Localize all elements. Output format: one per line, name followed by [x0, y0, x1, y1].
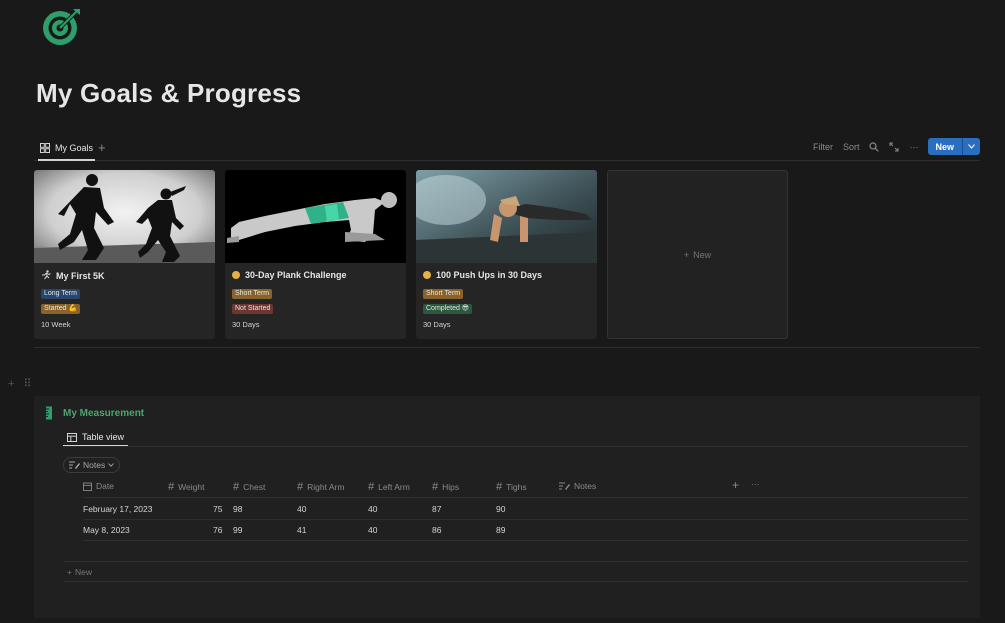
goal-card[interactable]: 100 Push Ups in 30 Days Short Term Compl… [416, 170, 597, 339]
filter-button[interactable]: Filter [813, 142, 833, 152]
tab-label: My Goals [55, 143, 94, 153]
more-options-icon[interactable]: ··· [909, 142, 918, 152]
database-toolbar: Filter Sort ··· New [813, 138, 980, 155]
circle-icon [232, 271, 240, 279]
status-tag: Started 💪 [41, 304, 81, 314]
ruler-icon [46, 406, 52, 420]
view-tab-bar: My Goals + Filter Sort ··· New [34, 137, 980, 161]
search-icon[interactable] [869, 141, 880, 152]
circle-icon [423, 271, 431, 279]
goal-title: 100 Push Ups in 30 Days [423, 270, 542, 280]
cell-thighs[interactable]: 90 [496, 504, 505, 514]
expand-icon[interactable] [889, 142, 899, 152]
number-property-icon: # [233, 481, 240, 493]
number-property-icon: # [432, 481, 439, 493]
column-header-notes[interactable]: Notes [559, 481, 596, 491]
cell-chest[interactable]: 99 [233, 525, 242, 535]
table-row[interactable]: February 17, 2023 75 98 40 40 87 90 [83, 498, 968, 520]
cell-chest[interactable]: 98 [233, 504, 242, 514]
cell-right-arm[interactable]: 40 [297, 504, 306, 514]
target-goal-icon [43, 9, 80, 45]
status-tag: Completed 😎 [423, 304, 473, 314]
pushup-photo-image [416, 170, 597, 263]
plus-icon: + [683, 249, 690, 260]
add-column-icon[interactable]: + [732, 478, 739, 492]
column-header-tighs[interactable]: # Tighs [496, 481, 527, 493]
measurement-database: My Measurement Table view Notes Date # We… [34, 396, 980, 618]
number-property-icon: # [297, 481, 304, 493]
page-title: My Goals & Progress [36, 78, 302, 108]
goal-title: 30-Day Plank Challenge [232, 270, 347, 280]
cell-date[interactable]: May 8, 2023 [83, 525, 130, 535]
add-view-icon[interactable]: + [98, 140, 106, 155]
more-options-icon[interactable]: ··· [751, 479, 760, 489]
goal-title: My First 5K [41, 270, 105, 282]
cell-left-arm[interactable]: 40 [368, 525, 377, 535]
term-tag: Short Term [232, 289, 273, 299]
column-header-right-arm[interactable]: # Right Arm [297, 481, 344, 493]
goal-duration: 30 Days [423, 320, 451, 329]
cell-weight[interactable]: 76 [213, 525, 222, 535]
new-button[interactable]: New [928, 138, 980, 155]
goal-card[interactable]: My First 5K Long Term Started 💪 10 Week [34, 170, 215, 339]
divider [34, 347, 980, 348]
block-drag-handle-icon[interactable]: + ⠿ [8, 377, 35, 390]
notes-filter-pill[interactable]: Notes [63, 457, 121, 473]
column-header-hips[interactable]: # Hips [432, 481, 459, 493]
plank-anatomy-image [225, 170, 406, 263]
cell-left-arm[interactable]: 40 [368, 504, 377, 514]
database-title[interactable]: My Measurement [63, 408, 144, 419]
number-property-icon: # [368, 481, 375, 493]
calendar-icon [83, 482, 92, 491]
goal-duration: 10 Week [41, 320, 71, 329]
number-property-icon: # [496, 481, 503, 493]
divider [63, 561, 968, 562]
chevron-down-icon[interactable] [962, 138, 980, 155]
plus-icon: + [67, 567, 72, 577]
tab-my-goals[interactable]: My Goals [38, 137, 96, 161]
new-row-button[interactable]: + New [67, 567, 92, 577]
divider [63, 581, 968, 582]
new-card-button[interactable]: + New [607, 170, 788, 339]
cell-weight[interactable]: 75 [213, 504, 222, 514]
goal-duration: 30 Days [232, 320, 260, 329]
term-tag: Short Term [423, 289, 464, 299]
term-tag: Long Term [41, 289, 80, 299]
table-header: Date # Weight # Chest # Right Arm # Left Arm… [83, 477, 968, 498]
text-property-icon [69, 461, 80, 469]
number-property-icon: # [168, 481, 175, 493]
divider [63, 446, 968, 447]
cell-hips[interactable]: 87 [432, 504, 441, 514]
cell-thighs[interactable]: 89 [496, 525, 505, 535]
running-icon [41, 270, 51, 282]
running-silhouettes-image [34, 170, 215, 263]
cell-date[interactable]: February 17, 2023 [83, 504, 152, 514]
status-tag: Not Started [232, 304, 274, 314]
gallery-grid-icon [40, 143, 50, 153]
tab-table-view[interactable]: Table view [63, 429, 129, 447]
goal-card[interactable]: 30-Day Plank Challenge Short Term Not St… [225, 170, 406, 339]
column-header-weight[interactable]: # Weight [168, 481, 204, 493]
cell-right-arm[interactable]: 41 [297, 525, 306, 535]
column-header-date[interactable]: Date [83, 481, 114, 491]
column-header-chest[interactable]: # Chest [233, 481, 265, 493]
chevron-down-icon [108, 463, 115, 467]
table-icon [67, 432, 77, 442]
sort-button[interactable]: Sort [843, 142, 860, 152]
cell-hips[interactable]: 86 [432, 525, 441, 535]
text-property-icon [559, 482, 570, 490]
table-row[interactable]: May 8, 2023 76 99 41 40 86 89 [83, 519, 968, 541]
column-header-left-arm[interactable]: # Left Arm [368, 481, 410, 493]
